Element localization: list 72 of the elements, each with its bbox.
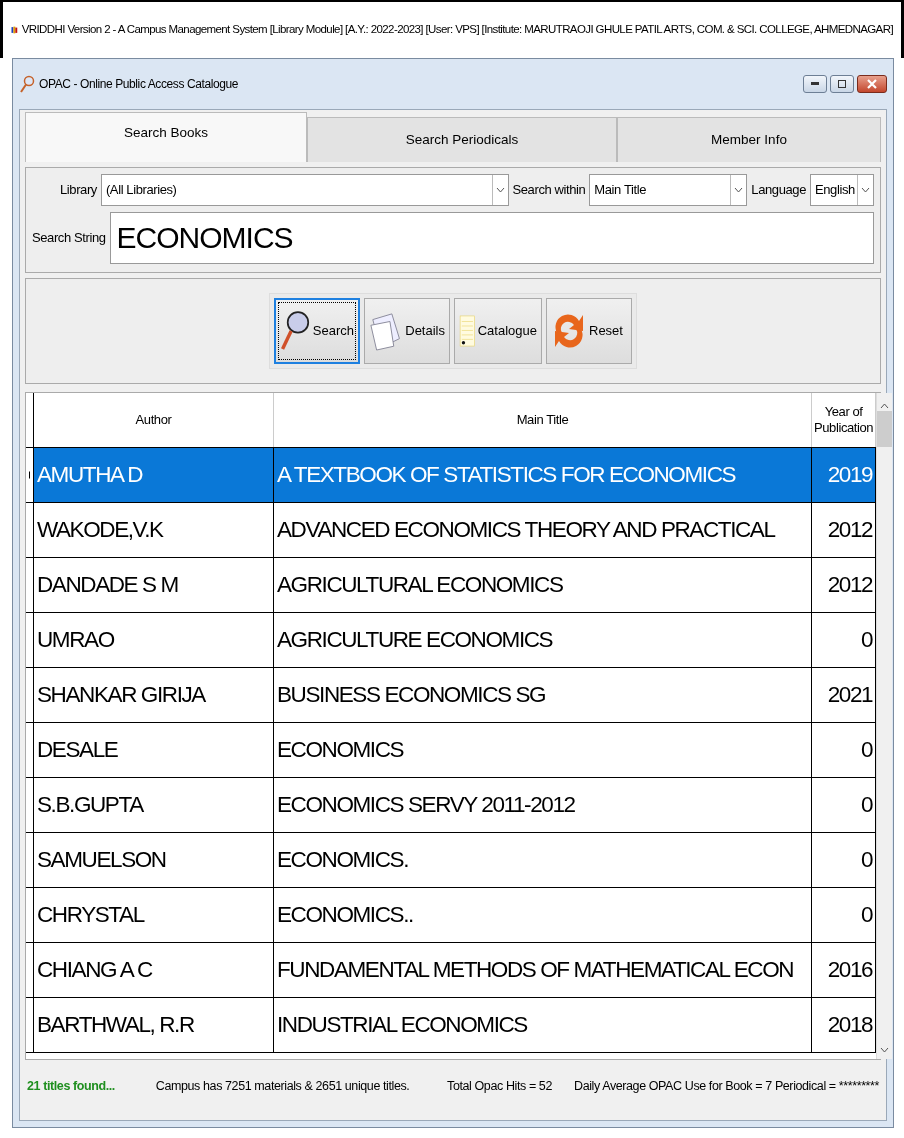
scroll-up-icon[interactable]: [880, 403, 890, 409]
table-row[interactable]: SHANKAR GIRIJA BUSINESS ECONOMICS SG 2021: [26, 668, 877, 723]
table-cell: UMRAO: [34, 613, 274, 667]
field-label: Language: [751, 181, 806, 200]
dropdown-caret-icon: [861, 187, 870, 193]
table-cell: AGRICULTURAL ECONOMICS: [274, 558, 812, 612]
status-text: 21 titles found...: [27, 1077, 116, 1095]
table-cell: FUNDAMENTAL METHODS OF MATHEMATICAL ECON: [274, 943, 812, 997]
table-cell: ECONOMICS SERVY 2011-2012: [274, 778, 812, 832]
table-row[interactable]: DANDADE S M AGRICULTURAL ECONOMICS 2012: [26, 558, 877, 613]
scrollbar-thumb[interactable]: [877, 411, 893, 447]
table-cell: S.B.GUPTA: [34, 778, 274, 832]
table-cell: ECONOMICS..: [274, 888, 812, 942]
table-cell: DANDADE S M: [34, 558, 274, 612]
library-dropdown[interactable]: (All Libraries): [100, 174, 509, 206]
status-text: Daily Average OPAC Use for Book = 7 Periodical = *********: [574, 1077, 879, 1095]
table-row[interactable]: DESALE ECONOMICS 0: [26, 723, 877, 778]
minimize-button[interactable]: [803, 75, 827, 93]
table-cell: 2019: [812, 448, 877, 502]
magnifier-icon: [19, 75, 35, 93]
scrollbar[interactable]: [876, 393, 893, 1059]
maximize-button[interactable]: [830, 75, 854, 93]
search-button[interactable]: Search: [274, 298, 360, 364]
table-row[interactable]: S.B.GUPTA ECONOMICS SERVY 2011-2012 0: [26, 778, 877, 833]
table-row[interactable]: CHIANG A C FUNDAMENTAL METHODS OF MATHEMATICAL ECON 2016: [26, 943, 877, 998]
scroll-down-icon[interactable]: [880, 1047, 890, 1053]
table-cell: DESALE: [34, 723, 274, 777]
table-row[interactable]: AMUTHA D A TEXTBOOK OF STATISTICS FOR ECONOMICS 2019: [26, 448, 877, 503]
tab[interactable]: Member Info: [617, 117, 881, 162]
table-cell: ECONOMICS: [274, 723, 812, 777]
app-title: VRIDDHI Version 2 - A Campus Management System [Library Module] [A.Y.: 2022-2023] [User: VPS] [Institute: MARUTRAOJI GHULE PATIL ARTS, COM. & SCI. COLLEGE, AHMEDNAGAR]: [21, 22, 893, 38]
table-cell: ADVANCED ECONOMICS THEORY AND PRACTICAL: [274, 503, 812, 557]
status-text: Total Opac Hits = 52: [447, 1077, 553, 1095]
table-cell: SHANKAR GIRIJA: [34, 668, 274, 722]
reset-button[interactable]: Reset: [546, 298, 632, 364]
table-cell: ECONOMICS.: [274, 833, 812, 887]
table-row[interactable]: BARTHWAL, R.R INDUSTRIAL ECONOMICS 2018: [26, 998, 877, 1053]
tab[interactable]: Search Periodicals: [307, 117, 617, 162]
table-row[interactable]: CHRYSTAL ECONOMICS.. 0: [26, 888, 877, 943]
close-button[interactable]: [857, 75, 887, 93]
table-cell: BUSINESS ECONOMICS SG: [274, 668, 812, 722]
window-title: OPAC - Online Public Access Catalogue: [39, 76, 239, 93]
status-text: Campus has 7251 materials & 2651 unique titles.: [155, 1077, 411, 1095]
table-cell: AGRICULTURE ECONOMICS: [274, 613, 812, 667]
table-cell: AMUTHA D: [34, 448, 274, 502]
table-row[interactable]: UMRAO AGRICULTURE ECONOMICS 0: [26, 613, 877, 668]
maximize-icon: [838, 80, 846, 88]
field-label: Search String: [32, 229, 106, 248]
table-cell: CHRYSTAL: [34, 888, 274, 942]
table-cell: INDUSTRIAL ECONOMICS: [274, 998, 812, 1052]
column-header[interactable]: Author: [34, 393, 274, 447]
tab[interactable]: Search Books: [25, 112, 307, 162]
minimize-icon: [811, 82, 819, 86]
table-row[interactable]: SAMUELSON ECONOMICS. 0: [26, 833, 877, 888]
catalogue-button[interactable]: Catalogue: [454, 298, 542, 364]
field-label: Library: [60, 181, 97, 200]
search-string-field[interactable]: ECONOMICS: [109, 212, 874, 264]
dropdown-caret-icon: [495, 187, 505, 193]
details-button[interactable]: Details: [364, 298, 450, 364]
dropdown-caret-icon: [734, 187, 744, 193]
close-icon: [867, 79, 877, 89]
column-header[interactable]: Main Title: [274, 393, 812, 447]
table-cell: SAMUELSON: [34, 833, 274, 887]
table-cell: CHIANG A C: [34, 943, 274, 997]
row-pointer-icon: [29, 471, 30, 479]
language-dropdown[interactable]: English: [810, 174, 874, 206]
table-row[interactable]: WAKODE,V.K ADVANCED ECONOMICS THEORY AND PRACTICAL 2012: [26, 503, 877, 558]
table-cell: WAKODE,V.K: [34, 503, 274, 557]
field-label: Search within: [512, 181, 586, 200]
search-within-dropdown[interactable]: Main Title: [589, 174, 748, 206]
table-cell: A TEXTBOOK OF STATISTICS FOR ECONOMICS: [274, 448, 812, 502]
table-cell: BARTHWAL, R.R: [34, 998, 274, 1052]
